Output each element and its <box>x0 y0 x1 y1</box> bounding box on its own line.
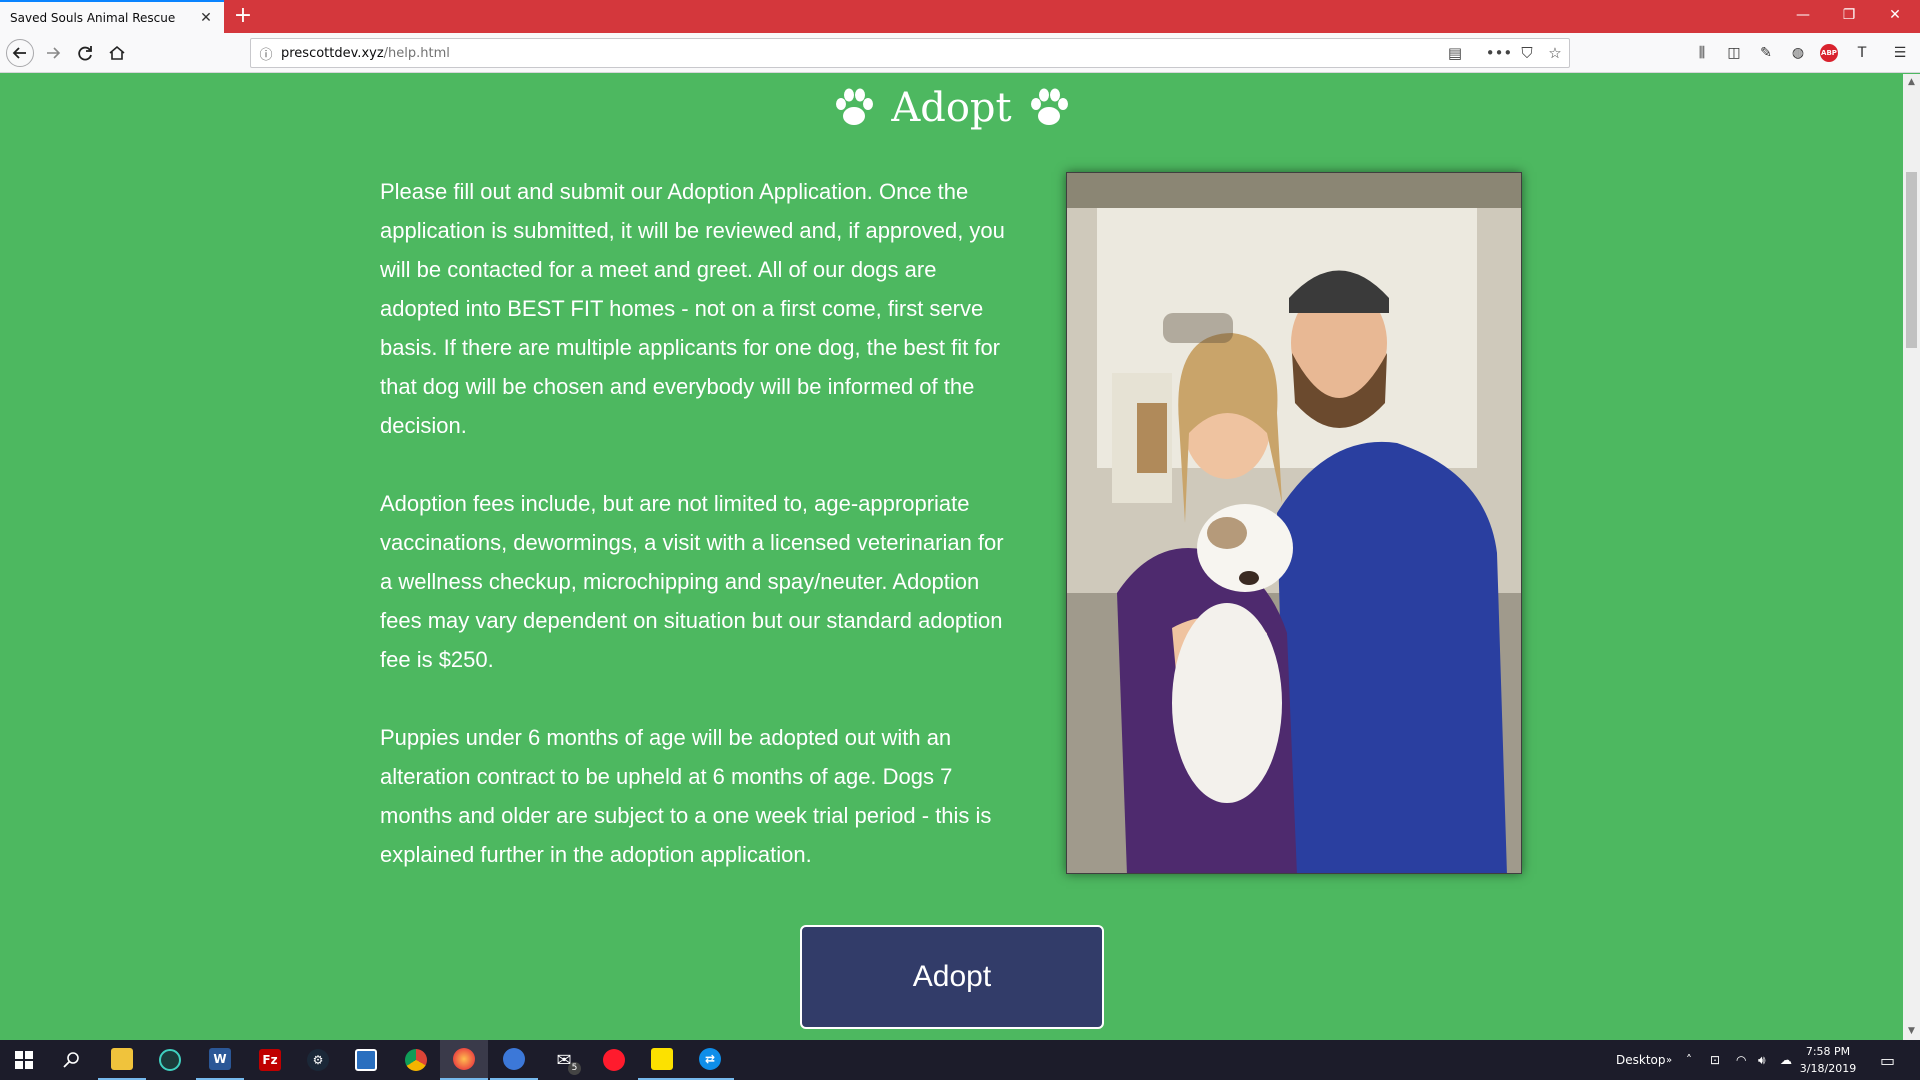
desktop-toolbar-label[interactable]: Desktop <box>1616 1040 1666 1080</box>
adblock-icon[interactable]: ABP <box>1820 44 1838 62</box>
firefox-icon[interactable] <box>440 1040 488 1080</box>
adopt-button[interactable]: Adopt <box>800 925 1104 1029</box>
tab-saved-souls[interactable]: Saved Souls Animal Rescue ✕ <box>0 0 224 33</box>
restore-button[interactable]: ❐ <box>1826 0 1872 33</box>
back-button[interactable] <box>6 39 34 67</box>
onedrive-icon[interactable]: ☁ <box>1780 1040 1792 1080</box>
page-actions-icon[interactable]: ••• <box>1485 44 1513 62</box>
paw-icon <box>1028 88 1070 128</box>
heading-text: Adopt <box>891 85 1012 131</box>
adoption-photo <box>1066 172 1522 874</box>
mail-icon[interactable]: ✉ 5 <box>540 1040 588 1080</box>
page-content: Adopt Please fill out and submit our Ado… <box>0 74 1903 1040</box>
start-button[interactable] <box>0 1040 48 1080</box>
pocket-icon[interactable]: ⛉ <box>1513 44 1541 62</box>
home-button[interactable] <box>104 40 130 66</box>
volume-icon[interactable]: 🔊︎ <box>1758 1040 1766 1080</box>
arrow-left-icon <box>12 47 26 59</box>
system-clock[interactable]: 7:58 PM 3/18/2019 <box>1793 1043 1863 1077</box>
arrow-right-icon <box>47 47 61 59</box>
mail-badge: 5 <box>568 1062 581 1075</box>
page-heading: Adopt <box>0 80 1903 136</box>
chrome-icon[interactable] <box>392 1040 440 1080</box>
teamviewer-icon[interactable]: ⇄ <box>686 1040 734 1080</box>
minimize-button[interactable]: — <box>1780 0 1826 33</box>
filezilla-icon[interactable]: Fz <box>246 1040 294 1080</box>
paragraph-puppies: Puppies under 6 months of age will be ad… <box>380 725 992 867</box>
reload-button[interactable] <box>72 40 98 66</box>
library-icon[interactable]: ⫼ <box>1690 42 1714 64</box>
app-cloud-icon[interactable] <box>490 1040 538 1080</box>
scroll-down-icon[interactable]: ▼ <box>1903 1023 1920 1040</box>
tab-close-icon[interactable]: ✕ <box>198 10 214 26</box>
info-icon[interactable]: ⓘ <box>251 44 281 63</box>
wifi-icon[interactable]: ◠ <box>1736 1040 1746 1080</box>
text-extension-icon[interactable]: T <box>1850 42 1874 64</box>
windows-logo-icon <box>15 1051 33 1069</box>
eyedropper-icon[interactable]: ✎ <box>1754 42 1778 64</box>
app-circle-icon[interactable] <box>146 1040 194 1080</box>
clock-date: 3/18/2019 <box>1799 1062 1857 1075</box>
toolbar-expand-icon[interactable]: » <box>1666 1040 1672 1080</box>
search-button[interactable] <box>48 1040 96 1080</box>
paragraph-application: Please fill out and submit our Adoption … <box>380 179 1005 438</box>
file-explorer-icon[interactable] <box>98 1040 146 1080</box>
paw-icon <box>833 88 875 128</box>
page-scrollbar[interactable]: ▲ ▼ <box>1903 74 1920 1040</box>
title-bar: Saved Souls Animal Rescue ✕ + — ❐ ✕ <box>0 0 1920 33</box>
sticky-notes-icon[interactable] <box>638 1040 686 1080</box>
windows-taskbar: W Fz ⚙ ✉ 5 ⇄ Desktop » ˄ ⊡ ◠ 🔊︎ ☁ 7:58 PM… <box>0 1040 1920 1080</box>
scroll-thumb[interactable] <box>1906 172 1917 348</box>
paragraph-fees: Adoption fees include, but are not limit… <box>380 491 1004 672</box>
network-device-icon[interactable]: ⊡ <box>1710 1040 1720 1080</box>
url-domain: prescottdev.xyz <box>281 45 384 61</box>
url-bar[interactable]: ⓘ prescottdev.xyz/help.html ▤ ••• ⛉ ☆ <box>250 38 1570 68</box>
globe-extension-icon[interactable]: ◍ <box>1786 42 1810 64</box>
steam-icon[interactable]: ⚙ <box>294 1040 342 1080</box>
app-box-icon[interactable] <box>342 1040 390 1080</box>
url-text[interactable]: prescottdev.xyz/help.html <box>281 46 1441 61</box>
sidebar-icon[interactable]: ◫ <box>1722 42 1746 64</box>
scroll-up-icon[interactable]: ▲ <box>1903 74 1920 91</box>
search-icon <box>63 1052 79 1068</box>
reload-icon <box>78 46 92 61</box>
reader-view-icon[interactable]: ▤ <box>1441 44 1469 62</box>
word-icon[interactable]: W <box>196 1040 244 1080</box>
navigation-bar: ⓘ prescottdev.xyz/help.html ▤ ••• ⛉ ☆ ⫼ … <box>0 33 1920 73</box>
home-icon <box>109 45 125 60</box>
forward-button[interactable] <box>40 40 66 66</box>
menu-icon[interactable]: ☰ <box>1888 42 1912 64</box>
url-path: /help.html <box>383 45 450 61</box>
bookmark-star-icon[interactable]: ☆ <box>1541 44 1569 62</box>
notifications-icon[interactable]: ▭ <box>1880 1040 1895 1080</box>
clock-time: 7:58 PM <box>1805 1045 1851 1058</box>
close-window-button[interactable]: ✕ <box>1872 0 1918 33</box>
tab-title: Saved Souls Animal Rescue <box>10 10 176 25</box>
tray-chevron-icon[interactable]: ˄ <box>1686 1040 1692 1080</box>
adoption-info-text: Please fill out and submit our Adoption … <box>380 172 1020 913</box>
new-tab-button[interactable]: + <box>230 3 256 29</box>
opera-icon[interactable] <box>590 1040 638 1080</box>
